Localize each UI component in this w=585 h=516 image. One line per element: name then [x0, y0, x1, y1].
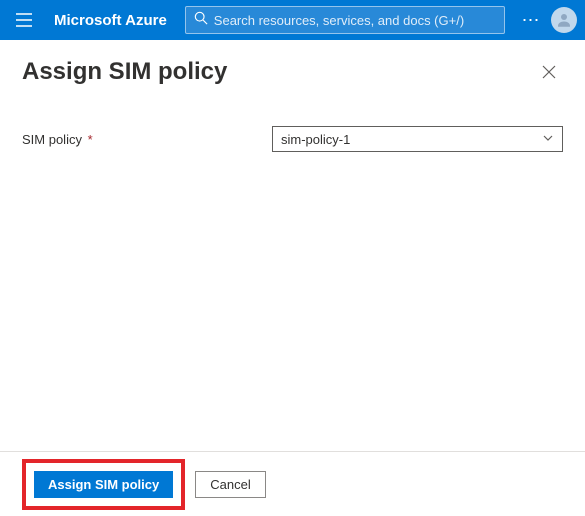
global-search[interactable] [185, 6, 505, 34]
sim-policy-row: SIM policy * sim-policy-1 [22, 126, 563, 152]
sim-policy-dropdown[interactable]: sim-policy-1 [272, 126, 563, 152]
sim-policy-label: SIM policy * [22, 132, 272, 147]
required-indicator: * [84, 132, 93, 147]
brand-label: Microsoft Azure [54, 12, 167, 29]
more-actions-icon[interactable]: ⋯ [517, 6, 545, 34]
primary-button-highlight: Assign SIM policy [22, 459, 185, 510]
sim-policy-selected-value: sim-policy-1 [281, 132, 350, 147]
page-title: Assign SIM policy [22, 58, 227, 86]
assign-sim-policy-button[interactable]: Assign SIM policy [34, 471, 173, 498]
search-icon [194, 11, 208, 30]
user-avatar[interactable] [551, 7, 577, 33]
close-icon [542, 65, 556, 79]
footer-actions: Assign SIM policy Cancel [0, 452, 585, 516]
chevron-down-icon [542, 132, 554, 147]
search-input[interactable] [214, 13, 496, 28]
hamburger-menu-icon[interactable] [8, 4, 40, 36]
page-content: Assign SIM policy SIM policy * sim-polic… [0, 40, 585, 152]
cancel-button[interactable]: Cancel [195, 471, 265, 498]
top-nav-bar: Microsoft Azure ⋯ [0, 0, 585, 40]
close-button[interactable] [535, 58, 563, 86]
